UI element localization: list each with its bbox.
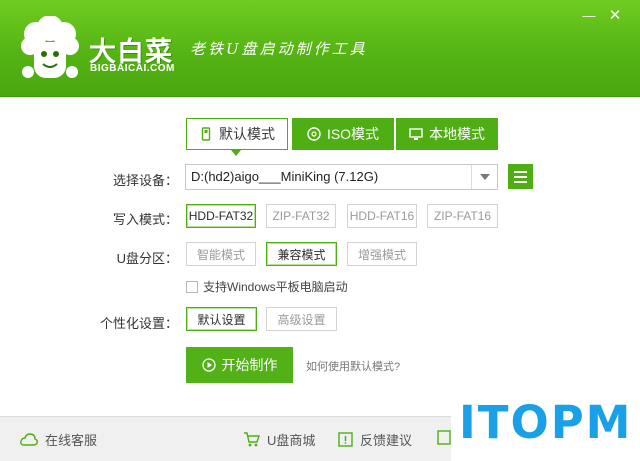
- write-mode-hdd-fat32[interactable]: HDD-FAT32: [186, 204, 256, 228]
- tab-local-label: 本地模式: [429, 126, 485, 142]
- start-button[interactable]: 开始制作: [186, 347, 293, 383]
- partition-enhanced[interactable]: 增强模式: [347, 242, 417, 266]
- footer-extra-link[interactable]: [437, 430, 451, 445]
- slogan: 老铁U盘启动制作工具: [190, 40, 368, 58]
- usb-shop-link[interactable]: U盘商城: [243, 430, 315, 449]
- partition-label: U盘分区：: [116, 251, 178, 266]
- partition-smart[interactable]: 智能模式: [186, 242, 256, 266]
- device-value: D:(hd2)aigo___MiniKing (7.12G): [191, 169, 379, 184]
- brand-domain: BIGBAICAI.COM: [90, 63, 175, 74]
- personalize-label: 个性化设置：: [99, 316, 178, 331]
- personalize-advanced[interactable]: 高级设置: [266, 307, 337, 331]
- write-mode-zip-fat16[interactable]: ZIP-FAT16: [427, 204, 498, 228]
- watermark-text: ITOPM: [459, 396, 633, 449]
- device-label: 选择设备：: [112, 173, 178, 188]
- feedback-icon: [338, 432, 353, 447]
- windows-tablet-label: 支持Windows平板电脑启动: [203, 280, 348, 294]
- disc-icon: [307, 127, 321, 141]
- menu-icon-bar: [514, 175, 527, 178]
- monitor-icon: [409, 128, 423, 140]
- menu-button[interactable]: [508, 164, 533, 189]
- chevron-down-icon: [479, 174, 490, 180]
- main-panel: 默认模式 ISO模式 本地模式 选择设备： D:(hd2)aigo___Mini…: [0, 98, 640, 416]
- menu-icon-bar: [514, 170, 527, 173]
- windows-tablet-checkbox[interactable]: [186, 280, 198, 293]
- tab-default-mode[interactable]: 默认模式: [186, 118, 288, 156]
- help-link[interactable]: 如何使用默认模式?: [306, 358, 400, 374]
- tab-iso-mode[interactable]: ISO模式: [292, 118, 394, 150]
- write-mode-zip-fat32[interactable]: ZIP-FAT32: [266, 204, 336, 228]
- tab-default-label: 默认模式: [219, 126, 275, 142]
- cabbage-mascot-logo: [21, 16, 79, 78]
- usb-shop-label: U盘商城: [267, 433, 316, 448]
- usb-drive-icon: [201, 127, 211, 141]
- cloud-chat-icon: [20, 432, 38, 446]
- tab-iso-label: ISO模式: [326, 126, 380, 142]
- active-tab-pointer: [231, 150, 241, 156]
- title-bar: 大白菜 BIGBAICAI.COM 老铁U盘启动制作工具 — ✕: [0, 0, 640, 97]
- windows-tablet-option[interactable]: 支持Windows平板电脑启动: [186, 278, 348, 295]
- partition-compatible[interactable]: 兼容模式: [266, 242, 337, 266]
- menu-icon-bar: [514, 180, 527, 183]
- write-mode-hdd-fat16[interactable]: HDD-FAT16: [347, 204, 417, 228]
- watermark-overlay: ITOPM: [451, 384, 640, 461]
- write-mode-label: 写入模式：: [112, 212, 178, 227]
- feedback-link[interactable]: 反馈建议: [338, 430, 412, 449]
- minimize-button[interactable]: —: [580, 8, 598, 24]
- cart-icon: [244, 432, 260, 447]
- feedback-label: 反馈建议: [360, 433, 413, 448]
- personalize-default[interactable]: 默认设置: [186, 307, 257, 331]
- device-dropdown-toggle[interactable]: [471, 165, 497, 189]
- online-support-label: 在线客服: [45, 433, 98, 448]
- close-button[interactable]: ✕: [606, 8, 624, 24]
- start-button-label: 开始制作: [221, 357, 278, 373]
- online-support-link[interactable]: 在线客服: [20, 430, 97, 449]
- device-select[interactable]: D:(hd2)aigo___MiniKing (7.12G): [185, 164, 498, 190]
- tab-local-mode[interactable]: 本地模式: [396, 118, 498, 150]
- book-icon: [437, 430, 451, 445]
- play-icon: [201, 358, 216, 372]
